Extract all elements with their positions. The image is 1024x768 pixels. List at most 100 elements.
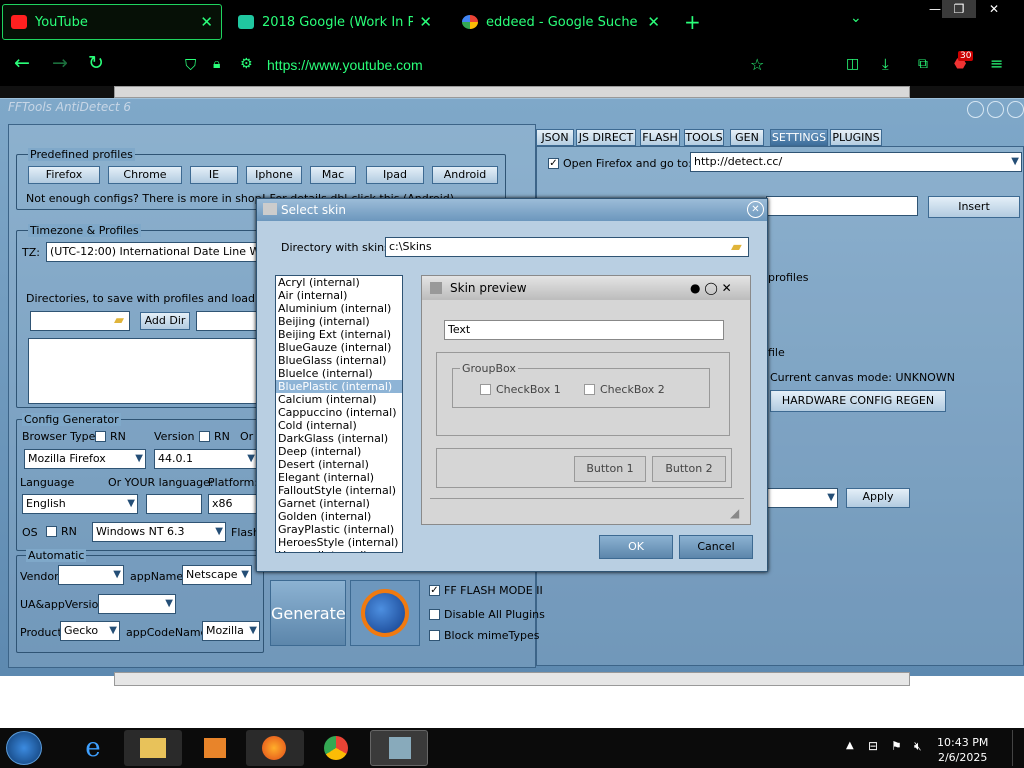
minimize-icon[interactable]: ●: [690, 281, 700, 295]
vendor-select[interactable]: ▼: [58, 565, 124, 585]
skin-list-item[interactable]: Garnet (internal): [276, 497, 402, 510]
skin-list-item[interactable]: Desert (internal): [276, 458, 402, 471]
fftools-taskbar-icon[interactable]: [370, 730, 428, 766]
apply-button[interactable]: Apply: [846, 488, 910, 508]
os-select[interactable]: Windows NT 6.3 ▼: [92, 522, 226, 542]
os-rn-checkbox[interactable]: [46, 526, 57, 537]
browser-rn-checkbox[interactable]: [95, 431, 106, 442]
skin-list-item[interactable]: DarkGlass (internal): [276, 432, 402, 445]
your-language-input[interactable]: [146, 494, 202, 514]
skin-list-item[interactable]: Cold (internal): [276, 419, 402, 432]
browser-select[interactable]: Mozilla Firefox ▼: [24, 449, 146, 469]
url-bar[interactable]: https://www.youtube.com: [267, 57, 423, 73]
profile-chrome-button[interactable]: Chrome: [108, 166, 182, 184]
tab-tools[interactable]: TOOLS: [684, 129, 724, 146]
tab-gen[interactable]: GEN: [730, 129, 764, 146]
profile-iphone-button[interactable]: Iphone: [246, 166, 302, 184]
firefox-taskbar-icon[interactable]: [246, 730, 304, 766]
minimize-icon[interactable]: [967, 101, 984, 118]
skin-list-item[interactable]: FalloutStyle (internal): [276, 484, 402, 497]
volume-muted-icon[interactable]: 🔇︎: [914, 739, 922, 754]
close-tab-icon[interactable]: ✕: [200, 13, 213, 31]
folder-icon[interactable]: ▰: [114, 313, 124, 328]
tab-plugins[interactable]: PLUGINS: [830, 129, 882, 146]
profile-ipad-button[interactable]: Ipad: [366, 166, 424, 184]
skin-list-item[interactable]: HeroesStyle (internal): [276, 536, 402, 549]
maximize-icon[interactable]: ◯: [704, 281, 717, 295]
preview-button-2[interactable]: Button 2: [652, 456, 726, 482]
lock-icon[interactable]: 🔒︎: [213, 56, 220, 72]
skin-select[interactable]: ▼: [766, 488, 838, 508]
pocket-icon[interactable]: ◫: [846, 56, 859, 72]
menu-icon[interactable]: ≡: [990, 54, 1003, 73]
browser-tab-youtube[interactable]: YouTube ✕: [2, 4, 222, 40]
block-mimetypes-checkbox[interactable]: [429, 630, 440, 641]
version-select[interactable]: 44.0.1 ▼: [154, 449, 258, 469]
show-desktop-button[interactable]: [1012, 730, 1024, 766]
skin-list-item[interactable]: Golden (internal): [276, 510, 402, 523]
close-tab-icon[interactable]: ✕: [419, 13, 432, 31]
product-select[interactable]: Gecko ▼: [60, 621, 120, 641]
skin-list-item[interactable]: Air (internal): [276, 289, 402, 302]
new-tab-button[interactable]: +: [684, 10, 701, 34]
tab-json[interactable]: JSON: [536, 129, 574, 146]
skin-list-item[interactable]: Elegant (internal): [276, 471, 402, 484]
skin-list-item[interactable]: Acryl (internal): [276, 276, 402, 289]
taskbar-clock[interactable]: 10:43 PM 2/6/2025: [937, 735, 988, 765]
ua-appversion-select[interactable]: ▼: [98, 594, 176, 614]
cancel-button[interactable]: Cancel: [679, 535, 753, 559]
skin-list-item[interactable]: Calcium (internal): [276, 393, 402, 406]
action-center-flag-icon[interactable]: ⚑: [891, 739, 902, 753]
open-firefox-checkbox[interactable]: ✓: [548, 158, 559, 169]
reload-icon[interactable]: ↻: [88, 52, 104, 74]
profile-input[interactable]: [196, 311, 258, 331]
hardware-config-regen-button[interactable]: HARDWARE CONFIG REGEN: [770, 390, 946, 412]
close-icon[interactable]: [1007, 101, 1024, 118]
skin-dir-input[interactable]: c:\Skins: [385, 237, 749, 257]
network-icon[interactable]: ⊟: [868, 739, 878, 753]
platform-select[interactable]: x86: [208, 494, 258, 514]
skin-list-item[interactable]: Beijing (internal): [276, 315, 402, 328]
tab-flash[interactable]: FLASH: [640, 129, 680, 146]
tab-js-direct[interactable]: JS DIRECT: [576, 129, 636, 146]
skin-list-item[interactable]: BlueGlass (internal): [276, 354, 402, 367]
tab-settings[interactable]: SETTINGS: [770, 129, 828, 146]
preview-button-1[interactable]: Button 1: [574, 456, 646, 482]
goto-url-select[interactable]: http://detect.cc/▼: [690, 152, 1022, 172]
close-icon[interactable]: ✕: [722, 281, 732, 295]
forward-icon[interactable]: →: [52, 52, 68, 74]
maximize-icon[interactable]: [987, 101, 1004, 118]
skin-list-item[interactable]: Beijing Ext (internal): [276, 328, 402, 341]
chevron-down-icon[interactable]: ⌄: [850, 10, 862, 26]
browser-tab-2018-google[interactable]: 2018 Google (Work In Progress) ✕: [230, 4, 440, 40]
skin-list-item[interactable]: Honey (internal): [276, 549, 402, 552]
skin-list-item[interactable]: Cappuccino (internal): [276, 406, 402, 419]
bookmark-star-icon[interactable]: ☆: [750, 55, 764, 74]
disable-plugins-checkbox[interactable]: [429, 609, 440, 620]
shield-icon[interactable]: ⛉: [185, 56, 196, 74]
skin-list-item[interactable]: Aluminium (internal): [276, 302, 402, 315]
skin-list[interactable]: Acryl (internal) Air (internal) Aluminium …: [275, 275, 403, 553]
skin-list-item[interactable]: GrayPlastic (internal): [276, 523, 402, 536]
insert-input[interactable]: [766, 196, 918, 216]
profile-ie-button[interactable]: IE: [190, 166, 238, 184]
internet-explorer-icon[interactable]: e: [64, 730, 122, 766]
file-explorer-icon[interactable]: [124, 730, 182, 766]
back-icon[interactable]: ←: [14, 52, 30, 74]
language-select[interactable]: English ▼: [22, 494, 138, 514]
skin-list-item[interactable]: Deep (internal): [276, 445, 402, 458]
skin-list-item[interactable]: BlueIce (internal): [276, 367, 402, 380]
generate-button[interactable]: Generate: [270, 580, 346, 646]
skin-list-item[interactable]: BlueGauze (internal): [276, 341, 402, 354]
dialog-close-icon[interactable]: ✕: [747, 201, 764, 218]
preview-checkbox-2[interactable]: [584, 384, 595, 395]
browser-tab-google-suche[interactable]: eddeed - Google Suche ✕: [454, 4, 668, 40]
insert-button[interactable]: Insert: [928, 196, 1020, 218]
appname-select[interactable]: Netscape ▼: [182, 565, 252, 585]
permissions-icon[interactable]: ⚙: [240, 56, 253, 72]
skin-list-item[interactable]: BluePlastic (internal): [276, 380, 402, 393]
version-rn-checkbox[interactable]: [199, 431, 210, 442]
preview-text-input[interactable]: Text: [444, 320, 724, 340]
download-icon[interactable]: ⤓: [882, 55, 889, 73]
add-dir-button[interactable]: Add Dir: [140, 312, 190, 330]
